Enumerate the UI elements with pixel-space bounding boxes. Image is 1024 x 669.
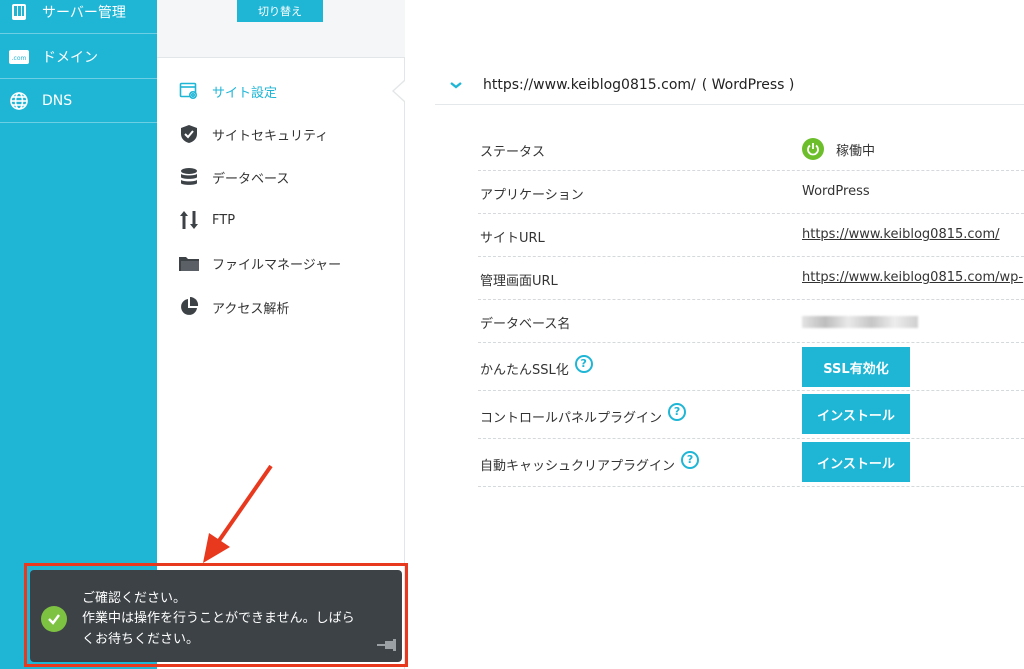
detail-row-application: アプリケーション WordPress (478, 171, 1024, 214)
cache-plugin-action: インストール (802, 442, 910, 482)
submenu-item-label: アクセス解析 (212, 301, 290, 317)
detail-row-site-url: サイトURL https://www.keiblog0815.com/ (478, 214, 1024, 257)
site-url-link[interactable]: https://www.keiblog0815.com/ (802, 227, 1000, 242)
detail-row-admin-url: 管理画面URL https://www.keiblog0815.com/wp- (478, 257, 1024, 300)
nav-item-dns[interactable]: DNS (0, 79, 157, 123)
help-icon[interactable]: ? (681, 450, 700, 469)
submenu-item-site-security[interactable]: サイトセキュリティ (178, 122, 328, 146)
submenu-item-file-manager[interactable]: ファイルマネージャー (178, 251, 341, 275)
detail-row-ssl: かんたんSSL化 ? SSL有効化 (478, 343, 1024, 391)
detail-row-db-name: データベース名 (478, 300, 1024, 343)
ssl-label: かんたんSSL化 ? (480, 354, 593, 378)
submenu-item-ftp[interactable]: FTP (178, 208, 235, 232)
ftp-arrows-icon (178, 209, 200, 231)
power-icon (802, 138, 824, 160)
submenu-item-database[interactable]: データベース (178, 165, 289, 189)
admin-url-link[interactable]: https://www.keiblog0815.com/wp- (802, 270, 1023, 285)
application-label: アプリケーション (480, 188, 584, 203)
switch-button[interactable]: 切り替え (237, 0, 323, 22)
server-icon (8, 1, 30, 23)
status-value: 稼働中 (802, 138, 875, 160)
submenu-item-label: ファイルマネージャー (212, 257, 342, 273)
globe-icon (8, 90, 30, 112)
site-header[interactable]: https://www.keiblog0815.com/ ( WordPress… (449, 72, 794, 98)
submenu-item-label: サイト設定 (212, 85, 278, 101)
cache-plugin-label-text: 自動キャッシュクリアプラグイン (480, 459, 676, 474)
status-text: 稼働中 (836, 143, 876, 159)
pie-chart-icon (178, 296, 200, 318)
blurred-text (802, 316, 918, 328)
admin-url-label: 管理画面URL (480, 274, 558, 289)
help-icon[interactable]: ? (668, 402, 687, 421)
status-label: ステータス (480, 145, 546, 160)
cache-plugin-label: 自動キャッシュクリアプラグイン ? (480, 450, 700, 474)
nav-item-label: サーバー管理 (42, 4, 126, 21)
cp-plugin-install-button[interactable]: インストール (802, 394, 910, 434)
detail-row-control-panel-plugin: コントロールパネルプラグイン ? インストール (478, 391, 1024, 439)
cp-plugin-label-text: コントロールパネルプラグイン (480, 411, 663, 426)
ssl-action: SSL有効化 (802, 347, 910, 387)
site-app-suffix: ( WordPress ) (701, 77, 795, 93)
svg-text:.com: .com (12, 55, 27, 62)
ssl-enable-button[interactable]: SSL有効化 (802, 347, 910, 387)
cp-plugin-action: インストール (802, 394, 910, 434)
help-icon[interactable]: ? (574, 354, 593, 373)
chevron-down-icon[interactable] (449, 78, 463, 92)
switch-area: 切り替え (157, 0, 405, 58)
detail-row-cache-plugin: 自動キャッシュクリアプラグイン ? インストール (478, 439, 1024, 487)
shield-icon (178, 123, 200, 145)
db-name-label: データベース名 (480, 317, 571, 332)
submenu-item-site-settings[interactable]: サイト設定 (178, 79, 277, 103)
nav-item-label: DNS (42, 92, 73, 109)
submenu-item-label: FTP (212, 212, 236, 228)
site-url-heading: https://www.keiblog0815.com/ (483, 77, 696, 93)
submenu-item-access-analytics[interactable]: アクセス解析 (178, 295, 289, 319)
header-divider (435, 104, 1024, 105)
nav-item-label: ドメイン (42, 49, 98, 66)
cache-plugin-install-button[interactable]: インストール (802, 442, 910, 482)
detail-row-status: ステータス 稼働中 (478, 128, 1024, 171)
nav-item-server-management[interactable]: サーバー管理 (0, 0, 157, 34)
db-name-value-blurred (802, 316, 918, 328)
active-pointer (392, 80, 405, 102)
application-value: WordPress (802, 184, 870, 199)
highlight-frame (24, 563, 408, 667)
domain-icon: .com (8, 46, 30, 68)
nav-item-domain[interactable]: .com ドメイン (0, 35, 157, 79)
database-icon (178, 166, 200, 188)
site-url-label: サイトURL (480, 231, 545, 246)
folder-icon (178, 252, 200, 274)
site-settings-icon (178, 80, 200, 102)
ssl-label-text: かんたんSSL化 (480, 363, 569, 378)
submenu-item-label: サイトセキュリティ (212, 128, 329, 144)
submenu-item-label: データベース (212, 171, 290, 187)
cp-plugin-label: コントロールパネルプラグイン ? (480, 402, 687, 426)
